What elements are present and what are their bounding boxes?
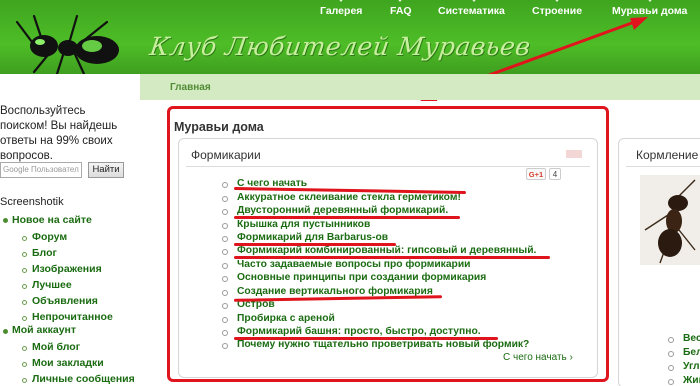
sidebar-item-best[interactable]: Лучшее: [32, 279, 72, 291]
user-heading: Screenshotik: [0, 196, 64, 208]
ant-photo: [640, 175, 700, 265]
bullet-icon: [668, 365, 674, 371]
sidebar-item-my-blog[interactable]: Мой блог: [32, 341, 80, 353]
search-button[interactable]: Найти: [88, 162, 124, 178]
breadcrumb-home[interactable]: Главная: [170, 82, 211, 93]
sidebar-group-account[interactable]: Мой аккаунт: [12, 324, 76, 336]
feeding-link[interactable]: Угл: [683, 361, 700, 372]
sidebar-item-bookmarks[interactable]: Мои закладки: [32, 357, 104, 369]
bullet-icon: [668, 351, 674, 357]
bullet-icon: [3, 329, 8, 334]
bullet-icon: [668, 379, 674, 385]
bullet-icon: [22, 300, 27, 305]
bullet-icon: [22, 236, 27, 241]
sidebar-item-messages[interactable]: Личные сообщения: [32, 373, 135, 385]
feeding-panel-title: Кормление: [636, 148, 699, 162]
sidebar-item-ads[interactable]: Объявления: [32, 295, 98, 307]
divider: [626, 166, 700, 167]
bullet-icon: [3, 218, 8, 223]
bullet-icon: [22, 362, 27, 367]
bullet-icon: [22, 346, 27, 351]
search-input[interactable]: Google Пользовател: [0, 162, 82, 178]
bullet-icon: [22, 252, 27, 257]
bullet-icon: [22, 284, 27, 289]
sidebar-item-forum[interactable]: Форум: [32, 231, 67, 243]
sidebar-group-new[interactable]: Новое на сайте: [12, 214, 92, 226]
annotation-highlight-box: [167, 106, 609, 382]
breadcrumb-bar: [140, 74, 700, 100]
feeding-link[interactable]: Бел: [683, 347, 700, 358]
sidebar-item-images[interactable]: Изображения: [32, 263, 102, 275]
bullet-icon: [22, 268, 27, 273]
bullet-icon: [668, 337, 674, 343]
sidebar-item-blog[interactable]: Блог: [32, 247, 57, 259]
feeding-link[interactable]: Вес: [683, 333, 700, 344]
search-hint: Воспользуйтесь поиском! Вы найдешь ответ…: [0, 105, 118, 162]
sidebar-item-unread[interactable]: Непрочитанное: [32, 311, 113, 323]
feeding-link[interactable]: Жив: [683, 375, 700, 386]
bullet-icon: [22, 378, 27, 383]
bullet-icon: [22, 316, 27, 321]
